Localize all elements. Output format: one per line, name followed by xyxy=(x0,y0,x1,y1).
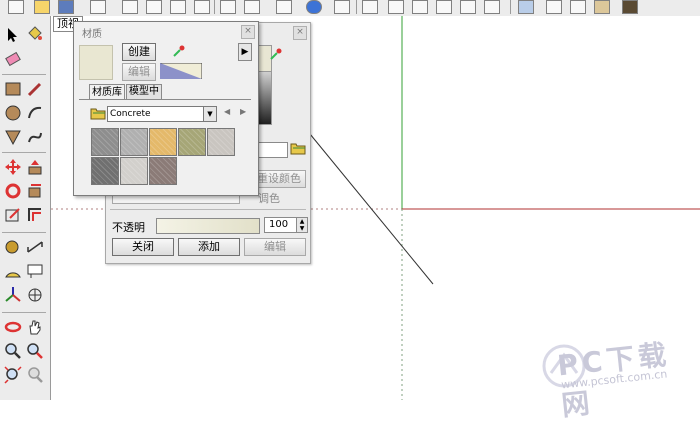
material-swatch[interactable] xyxy=(178,128,206,156)
3d-text-icon[interactable] xyxy=(26,286,44,304)
rotate-icon[interactable] xyxy=(4,182,22,200)
details-arrow-icon[interactable]: ▶ xyxy=(238,43,252,61)
eyedropper-icon[interactable] xyxy=(172,44,186,58)
circle-icon[interactable] xyxy=(4,104,22,122)
edit-material-button[interactable]: 编辑 xyxy=(122,63,156,81)
undo-icon[interactable] xyxy=(220,0,236,14)
select-icon[interactable] xyxy=(4,26,22,44)
cut-icon[interactable] xyxy=(122,0,138,14)
copy-icon[interactable] xyxy=(146,0,162,14)
follow-me-icon[interactable] xyxy=(26,182,44,200)
tab-library[interactable]: 材质库 xyxy=(89,84,125,100)
new-file-icon[interactable] xyxy=(8,0,24,14)
material-swatch[interactable] xyxy=(120,128,148,156)
material-swatch-grid xyxy=(91,128,236,185)
material-preview xyxy=(79,45,113,80)
offset-icon[interactable] xyxy=(26,206,44,224)
eraser-icon[interactable] xyxy=(4,50,22,68)
delete-icon[interactable] xyxy=(194,0,210,14)
close-icon[interactable]: × xyxy=(241,25,255,39)
reset-color-button[interactable]: 重设颜色 xyxy=(252,170,306,188)
library-select-value: Concrete xyxy=(110,109,151,119)
opacity-slider[interactable] xyxy=(156,218,260,234)
top-toolbar xyxy=(0,0,700,17)
opacity-value-field[interactable]: 100 xyxy=(264,217,298,233)
tab-in-model[interactable]: 模型中 xyxy=(126,84,162,100)
close-icon[interactable]: × xyxy=(293,26,307,40)
previous-view-icon[interactable] xyxy=(26,366,44,384)
wireframe-icon[interactable] xyxy=(546,0,562,14)
brightness-slider[interactable] xyxy=(258,71,272,125)
zoom-extents-icon[interactable] xyxy=(4,366,22,384)
left-toolbar xyxy=(0,16,51,400)
material-swatch[interactable] xyxy=(120,157,148,185)
arc-icon[interactable] xyxy=(26,104,44,122)
dimension-icon[interactable] xyxy=(26,238,44,256)
pan-hand-icon[interactable] xyxy=(26,318,44,336)
opacity-label: 不透明 xyxy=(112,221,145,234)
info-icon[interactable] xyxy=(306,0,322,14)
help-icon[interactable] xyxy=(334,0,350,14)
xray-icon[interactable] xyxy=(518,0,534,14)
push-pull-icon[interactable] xyxy=(26,158,44,176)
paste-icon[interactable] xyxy=(170,0,186,14)
material-swatch[interactable] xyxy=(207,128,235,156)
shaded-icon[interactable] xyxy=(594,0,610,14)
close-button[interactable]: 关闭 xyxy=(112,238,174,256)
axes-icon[interactable] xyxy=(4,286,22,304)
line-pencil-icon[interactable] xyxy=(26,80,44,98)
move-icon[interactable] xyxy=(4,158,22,176)
tape-measure-icon[interactable] xyxy=(4,238,22,256)
edit-button[interactable]: 编辑 xyxy=(244,238,306,256)
add-button[interactable]: 添加 xyxy=(178,238,240,256)
watermark: PC下载网 www.pcsoft.com.cn xyxy=(541,331,700,422)
iso-view-icon[interactable] xyxy=(362,0,378,14)
protractor-icon[interactable] xyxy=(4,262,22,280)
chevron-down-icon[interactable]: ▼ xyxy=(203,107,216,121)
materials-window: 材质 × 创建 ▶ 编辑 材质库 模型中 Concrete ▼ ◀ ▶ xyxy=(73,21,259,196)
right-view-icon[interactable] xyxy=(436,0,452,14)
shaded-texture-icon[interactable] xyxy=(622,0,638,14)
rectangle-icon[interactable] xyxy=(4,80,22,98)
open-folder-icon[interactable] xyxy=(34,0,50,14)
material-swatch[interactable] xyxy=(149,157,177,185)
left-view-icon[interactable] xyxy=(484,0,500,14)
top-view-icon[interactable] xyxy=(388,0,404,14)
library-select[interactable]: Concrete ▼ xyxy=(107,106,217,122)
redo-icon[interactable] xyxy=(244,0,260,14)
forward-arrow-icon[interactable]: ▶ xyxy=(240,107,246,116)
materials-window-title: 材质 xyxy=(82,29,102,40)
create-material-button[interactable]: 创建 xyxy=(122,43,156,61)
front-view-icon[interactable] xyxy=(412,0,428,14)
back-arrow-icon[interactable]: ◀ xyxy=(224,107,230,116)
eyedropper-icon[interactable] xyxy=(269,47,283,61)
text-tool-icon[interactable] xyxy=(26,262,44,280)
model-info-icon[interactable] xyxy=(90,0,106,14)
paint-bucket-icon[interactable] xyxy=(26,24,44,42)
print-icon[interactable] xyxy=(276,0,292,14)
texture-path-field[interactable] xyxy=(256,142,288,158)
material-swatch[interactable] xyxy=(91,157,119,185)
zoom-window-icon[interactable] xyxy=(26,342,44,360)
hidden-line-icon[interactable] xyxy=(570,0,586,14)
opacity-spinner[interactable]: ▲ ▼ xyxy=(296,217,308,233)
scale-icon[interactable] xyxy=(4,206,22,224)
orbit-icon[interactable] xyxy=(4,318,22,336)
save-icon[interactable] xyxy=(58,0,74,14)
zoom-icon[interactable] xyxy=(4,342,22,360)
colorize-checkbox-label[interactable]: 调色 xyxy=(258,190,280,206)
opacity-value: 100 xyxy=(269,219,289,230)
material-swatch-gradient xyxy=(160,63,202,79)
material-swatch[interactable] xyxy=(149,128,177,156)
material-swatch[interactable] xyxy=(91,128,119,156)
open-library-folder-icon[interactable] xyxy=(90,106,106,120)
polygon-icon[interactable] xyxy=(4,128,22,146)
back-view-icon[interactable] xyxy=(460,0,476,14)
freehand-icon[interactable] xyxy=(26,128,44,146)
folder-icon[interactable] xyxy=(290,141,306,155)
